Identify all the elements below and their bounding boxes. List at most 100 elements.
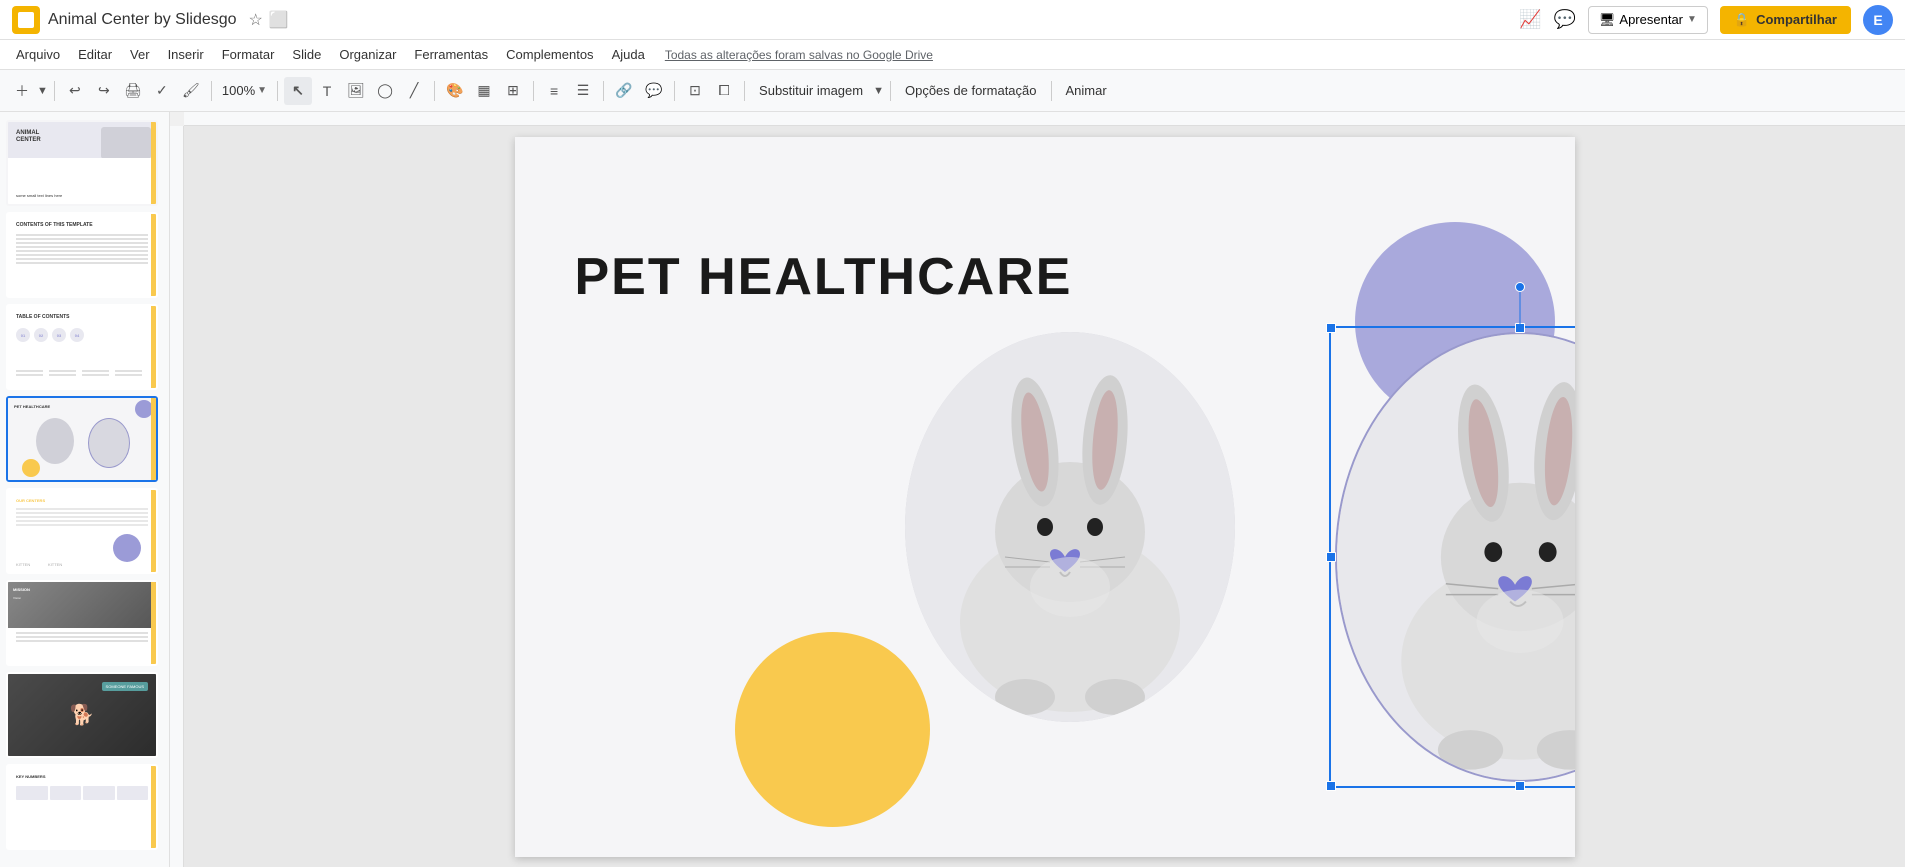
slide-title[interactable]: PET HEALTHCARE (575, 247, 1073, 307)
menu-slide[interactable]: Slide (284, 43, 329, 66)
theme-button[interactable]: ⊞ (499, 77, 527, 105)
separator-9 (890, 81, 891, 101)
separator-10 (1051, 81, 1052, 101)
slide-3-wrapper: 3 TABLE OF CONTENTS 01 02 03 04 (6, 304, 163, 390)
slide-thumbnail-8[interactable]: KEY NUMBERS (6, 764, 158, 850)
slide-7-wrapper: 7 🐕 SOMEONE FAMOUS (6, 672, 163, 758)
document-title[interactable]: Animal Center by Slidesgo (48, 11, 237, 29)
toolbar-group-tools: ↖ T 🖼 ◯ ╱ (284, 77, 428, 105)
present-monitor-icon: 🖥 (1599, 12, 1616, 28)
undo-button[interactable]: ↩ (61, 77, 89, 105)
align-center-button[interactable]: ☰ (569, 77, 597, 105)
line-button[interactable]: ╱ (400, 77, 428, 105)
star-icon[interactable]: ☆ (249, 10, 263, 30)
handle-middle-left[interactable] (1326, 552, 1336, 562)
slide-5-wrapper: 5 OUR CENTERS KITTEN KITTEN (6, 488, 163, 574)
canvas-scroll-area[interactable]: PET HEALTHCARE (184, 126, 1905, 867)
slide-thumbnail-3[interactable]: TABLE OF CONTENTS 01 02 03 04 (6, 304, 158, 390)
toolbar-group-align: ≡ ☰ (540, 77, 597, 105)
replace-image-arrow[interactable]: ▼ (873, 85, 884, 97)
separator-6 (603, 81, 604, 101)
comment-button[interactable]: 💬 (640, 77, 668, 105)
menu-ferramentas[interactable]: Ferramentas (406, 43, 496, 66)
menu-ajuda[interactable]: Ajuda (604, 43, 653, 66)
menu-ver[interactable]: Ver (122, 43, 158, 66)
separator-2 (211, 81, 212, 101)
handle-top-left[interactable] (1326, 323, 1336, 333)
add-button[interactable]: ＋ (8, 77, 36, 105)
menu-inserir[interactable]: Inserir (160, 43, 212, 66)
print-button[interactable]: 🖨 (119, 77, 147, 105)
analytics-icon[interactable]: 📈 (1519, 9, 1541, 30)
selection-box (1329, 326, 1575, 788)
slide-1-wrapper: 1 ANIMALCENTER some small text lines her… (6, 120, 163, 206)
canvas-wrapper: PET HEALTHCARE (170, 112, 1905, 867)
layout-button[interactable]: ▦ (470, 77, 498, 105)
menu-editar[interactable]: Editar (70, 43, 120, 66)
handle-bottom-center[interactable] (1515, 781, 1525, 791)
shape-button[interactable]: ◯ (371, 77, 399, 105)
redo-button[interactable]: ↪ (90, 77, 118, 105)
present-dropdown-arrow[interactable]: ▼ (1687, 14, 1697, 25)
slide-canvas[interactable]: PET HEALTHCARE (515, 137, 1575, 857)
slide-thumbnail-6[interactable]: MISSION Vision (6, 580, 158, 666)
textbox-button[interactable]: T (313, 77, 341, 105)
slides-panel: 1 ANIMALCENTER some small text lines her… (0, 112, 170, 867)
animate-button[interactable]: Animar (1058, 81, 1115, 100)
image-button[interactable]: 🖼 (342, 77, 370, 105)
rabbit-image-1[interactable] (905, 332, 1235, 722)
separator-5 (533, 81, 534, 101)
title-icons: ☆ ⬜ (249, 10, 289, 30)
toolbar-group-history: ↩ ↪ 🖨 ✓ 🖌 (61, 77, 205, 105)
drive-icon[interactable]: ⬜ (269, 10, 289, 30)
canvas-row: PET HEALTHCARE (170, 126, 1905, 867)
ruler-vertical (170, 126, 184, 867)
rabbit-image-2-container[interactable] (1335, 332, 1575, 782)
menu-formatar[interactable]: Formatar (214, 43, 283, 66)
main-area: 1 ANIMALCENTER some small text lines her… (0, 112, 1905, 867)
handle-bottom-left[interactable] (1326, 781, 1336, 791)
slide-4-wrapper: 4 PET HEALTHCARE (6, 396, 163, 482)
link-button[interactable]: 🔗 (610, 77, 638, 105)
toolbar-group-add: ＋ ▼ (8, 77, 48, 105)
menu-organizar[interactable]: Organizar (331, 43, 404, 66)
toolbar-group-format: 🎨 ▦ ⊞ (441, 77, 527, 105)
slide-thumbnail-7[interactable]: 🐕 SOMEONE FAMOUS (6, 672, 158, 758)
separator-4 (434, 81, 435, 101)
ruler-horizontal (184, 112, 1905, 126)
user-avatar[interactable]: E (1863, 5, 1893, 35)
slide-2-wrapper: 2 CONTENTS OF THIS TEMPLATE (6, 212, 163, 298)
separator-3 (277, 81, 278, 101)
replace-image-button[interactable]: Substituir imagem (751, 81, 871, 100)
slide-6-wrapper: 6 MISSION Vision (6, 580, 163, 666)
background-button[interactable]: 🎨 (441, 77, 469, 105)
crop-button[interactable]: ⊡ (681, 77, 709, 105)
menu-arquivo[interactable]: Arquivo (8, 43, 68, 66)
mask-button[interactable]: ⧠ (710, 77, 738, 105)
toolbar: ＋ ▼ ↩ ↪ 🖨 ✓ 🖌 100% ▼ ↖ T 🖼 ◯ ╱ 🎨 ▦ ⊞ ≡ ☰… (0, 70, 1905, 112)
align-left-button[interactable]: ≡ (540, 77, 568, 105)
cursor-button[interactable]: ↖ (284, 77, 312, 105)
slide-thumbnail-1[interactable]: ANIMALCENTER some small text lines here (6, 120, 158, 206)
yellow-decorative-shape[interactable] (735, 632, 930, 827)
paint-format-button[interactable]: 🖌 (177, 77, 205, 105)
zoom-dropdown[interactable]: 100% ▼ (218, 81, 271, 100)
format-options-button[interactable]: Opções de formatação (897, 81, 1045, 100)
top-right-actions: 📈 💬 🖥 Apresentar ▼ 🔒 Compartilhar E (1519, 5, 1893, 35)
zoom-arrow: ▼ (257, 85, 267, 96)
present-button[interactable]: 🖥 Apresentar ▼ (1588, 6, 1708, 34)
app-icon[interactable] (12, 6, 40, 34)
separator-1 (54, 81, 55, 101)
save-status: Todas as alterações foram salvas no Goog… (665, 48, 933, 62)
add-dropdown-arrow[interactable]: ▼ (37, 85, 48, 97)
slide-thumbnail-4[interactable]: PET HEALTHCARE (6, 396, 158, 482)
top-bar: Animal Center by Slidesgo ☆ ⬜ 📈 💬 🖥 Apre… (0, 0, 1905, 40)
menu-complementos[interactable]: Complementos (498, 43, 601, 66)
slide-thumbnail-2[interactable]: CONTENTS OF THIS TEMPLATE (6, 212, 158, 298)
menu-bar: Arquivo Editar Ver Inserir Formatar Slid… (0, 40, 1905, 70)
spellcheck-button[interactable]: ✓ (148, 77, 176, 105)
toolbar-group-more: ⊡ ⧠ (681, 77, 738, 105)
slide-thumbnail-5[interactable]: OUR CENTERS KITTEN KITTEN (6, 488, 158, 574)
share-button[interactable]: 🔒 Compartilhar (1720, 6, 1851, 34)
chat-icon[interactable]: 💬 (1553, 9, 1575, 30)
